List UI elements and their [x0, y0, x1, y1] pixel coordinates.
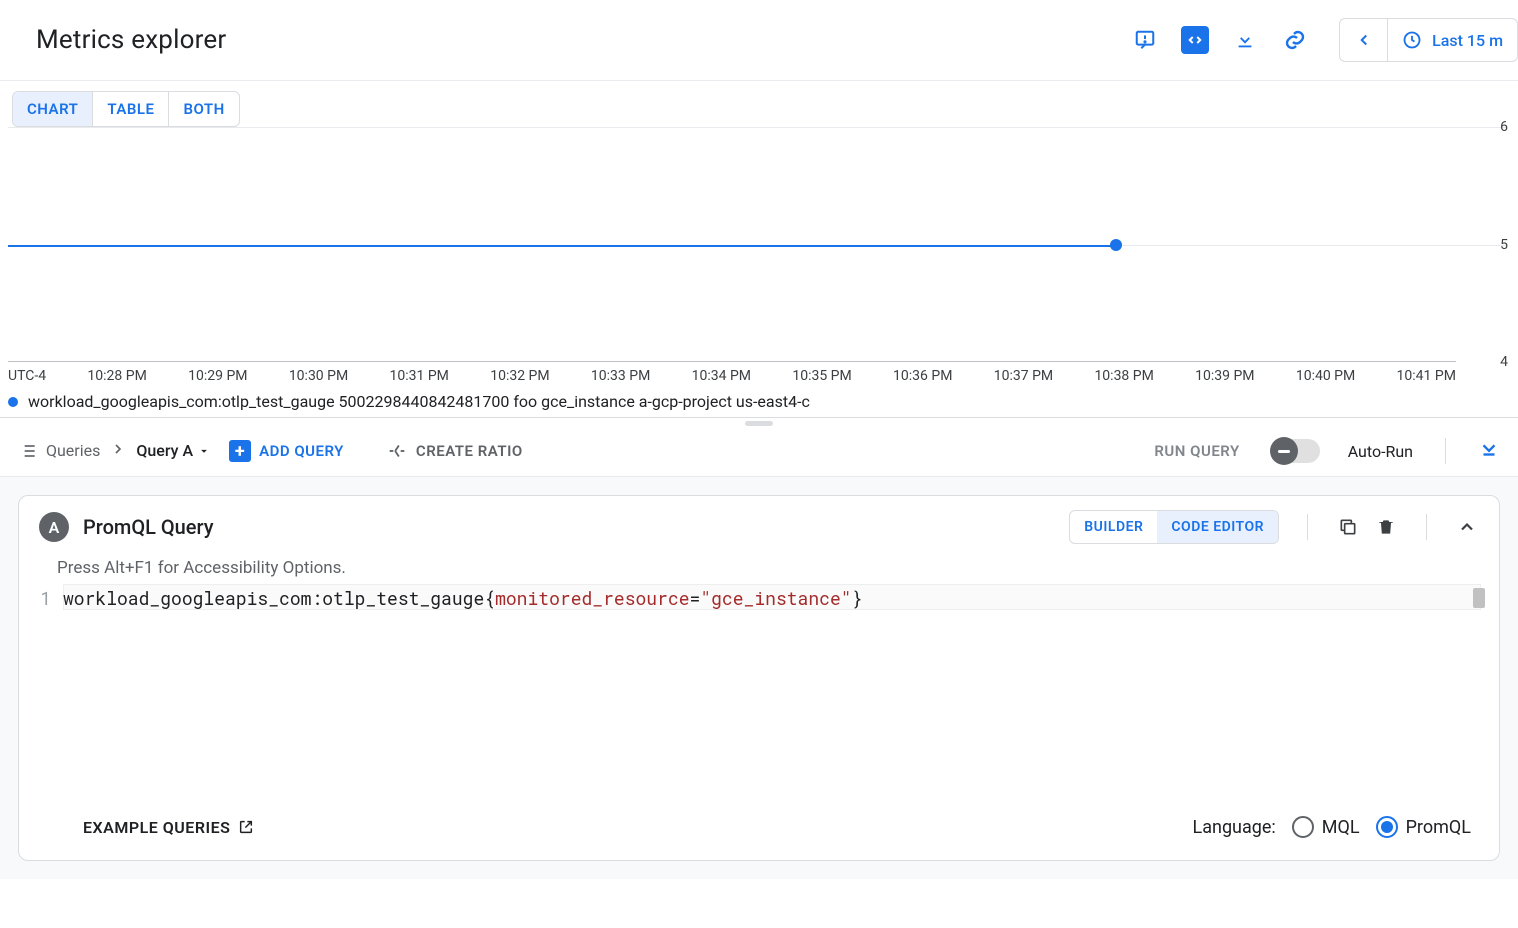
time-range-prev-button[interactable]: [1340, 19, 1388, 61]
page-title: Metrics explorer: [36, 25, 226, 55]
create-ratio-button[interactable]: CREATE RATIO: [386, 440, 523, 462]
series-line: [8, 245, 1116, 247]
collapse-panel-button[interactable]: [1455, 515, 1479, 539]
chevron-down-bar-icon: [1478, 438, 1500, 460]
time-range-value[interactable]: Last 15 m: [1388, 19, 1517, 61]
code-editor-mode-button[interactable]: CODE EDITOR: [1157, 511, 1278, 543]
delete-button[interactable]: [1374, 515, 1398, 539]
metrics-chart[interactable]: 6 5 4 UTC-4 10:28 PM 10:29 PM 10:30 PM 1…: [0, 127, 1518, 392]
code-line[interactable]: workload_googleapis_com:otlp_test_gauge{…: [63, 584, 1499, 610]
query-selector[interactable]: Query A: [136, 441, 211, 460]
feedback-icon[interactable]: [1131, 26, 1159, 54]
auto-run-toggle[interactable]: [1272, 439, 1320, 463]
external-link-icon: [238, 819, 254, 835]
plus-icon: +: [229, 440, 251, 462]
ratio-icon: [386, 440, 408, 462]
link-icon[interactable]: [1281, 26, 1309, 54]
view-mode-tabs: CHART TABLE BOTH: [0, 81, 1518, 127]
legend-swatch-icon: [8, 397, 18, 407]
header-actions: Last 15 m: [1131, 18, 1518, 62]
caret-down-icon: [197, 444, 211, 458]
code-icon[interactable]: [1181, 26, 1209, 54]
builder-mode-button[interactable]: BUILDER: [1070, 511, 1157, 543]
chevron-right-icon: [110, 441, 126, 461]
language-radio-mql[interactable]: MQL: [1292, 816, 1360, 838]
add-query-button[interactable]: + ADD QUERY: [229, 440, 344, 462]
page-header: Metrics explorer Last 15 m: [0, 0, 1518, 81]
y-tick-high: 6: [1500, 119, 1508, 135]
example-queries-link[interactable]: EXAMPLE QUERIES: [83, 818, 254, 837]
collapse-all-button[interactable]: [1478, 438, 1500, 464]
copy-icon: [1338, 517, 1358, 537]
chart-plot: 6 5 4: [8, 127, 1456, 362]
y-tick-low: 4: [1500, 354, 1508, 370]
promql-editor[interactable]: 1 workload_googleapis_com:otlp_test_gaug…: [19, 584, 1499, 800]
download-icon[interactable]: [1231, 26, 1259, 54]
query-panel: A PromQL Query BUILDER CODE EDITOR Press…: [18, 495, 1500, 861]
panel-title: PromQL Query: [83, 515, 214, 539]
time-range-picker[interactable]: Last 15 m: [1339, 18, 1518, 62]
y-tick-mid: 5: [1500, 237, 1508, 253]
queries-breadcrumb[interactable]: Queries: [18, 441, 100, 462]
language-radio-promql[interactable]: PromQL: [1376, 816, 1471, 838]
chart-legend: workload_googleapis_com:otlp_test_gauge …: [0, 392, 1518, 417]
copy-button[interactable]: [1336, 515, 1360, 539]
series-endpoint: [1110, 239, 1122, 251]
run-query-button[interactable]: RUN QUERY: [1154, 442, 1239, 460]
line-number: 1: [19, 584, 63, 610]
panel-header: A PromQL Query BUILDER CODE EDITOR: [19, 496, 1499, 558]
auto-run-label: Auto-Run: [1348, 442, 1413, 461]
chevron-up-icon: [1457, 517, 1477, 537]
accessibility-hint: Press Alt+F1 for Accessibility Options.: [19, 558, 1499, 584]
tab-chart[interactable]: CHART: [13, 92, 93, 126]
tab-both[interactable]: BOTH: [169, 92, 238, 126]
x-axis-ticks: UTC-4 10:28 PM 10:29 PM 10:30 PM 10:31 P…: [8, 368, 1456, 384]
legend-series-label: workload_googleapis_com:otlp_test_gauge …: [28, 392, 810, 411]
query-badge: A: [39, 512, 69, 542]
panel-footer: EXAMPLE QUERIES Language: MQL PromQL: [19, 800, 1499, 860]
clock-icon: [1402, 30, 1422, 50]
trash-icon: [1376, 517, 1396, 537]
list-icon: [18, 441, 38, 461]
tab-table[interactable]: TABLE: [93, 92, 169, 126]
language-label: Language:: [1193, 817, 1276, 838]
query-toolbar: Queries Query A + ADD QUERY CREATE RATIO…: [0, 426, 1518, 477]
editor-mode-toggle: BUILDER CODE EDITOR: [1069, 510, 1279, 544]
